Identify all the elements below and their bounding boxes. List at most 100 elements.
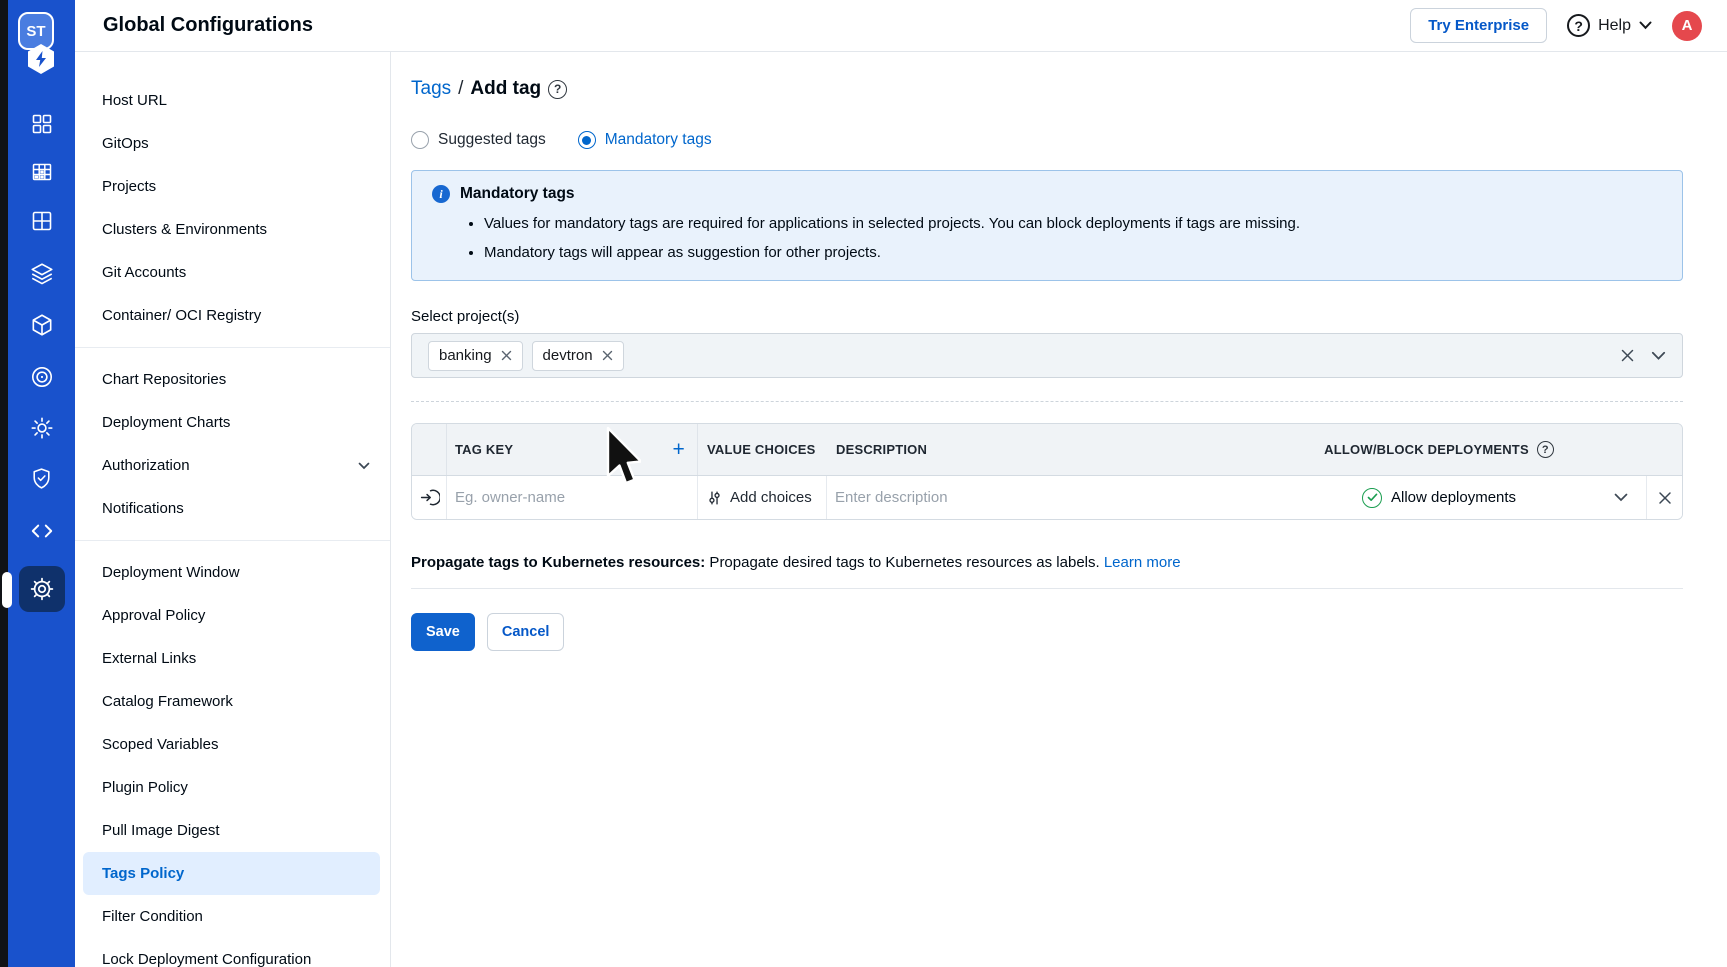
main-content: Tags / Add tag ? Suggested tags Mandator…: [411, 52, 1683, 651]
suggested-tags-radio[interactable]: Suggested tags: [411, 131, 546, 149]
sidebar-item-git-accounts[interactable]: Git Accounts: [75, 251, 390, 294]
jobs-grid-icon[interactable]: [29, 159, 55, 185]
clear-selection-icon[interactable]: [1620, 348, 1635, 363]
try-enterprise-button[interactable]: Try Enterprise: [1410, 8, 1547, 43]
sidebar-divider: [75, 347, 390, 348]
help-question-icon: ?: [1567, 14, 1590, 37]
tag-key-input[interactable]: [447, 476, 697, 519]
sidebar-item-filter-condition[interactable]: Filter Condition: [75, 895, 390, 938]
sidebar-item-catalog-framework[interactable]: Catalog Framework: [75, 680, 390, 723]
header-tag-key: TAG KEY +: [447, 424, 698, 475]
sidebar-item-deployment-charts[interactable]: Deployment Charts: [75, 401, 390, 444]
delete-row-icon[interactable]: [1646, 476, 1682, 519]
tag-input-row: Add choices Allow deployments: [412, 476, 1682, 519]
top-bar: Global Configurations Try Enterprise ? H…: [75, 0, 1727, 52]
breadcrumb-separator: /: [458, 78, 463, 100]
sidebar-item-approval-policy[interactable]: Approval Policy: [75, 594, 390, 637]
org-logo-text: ST: [26, 23, 45, 40]
help-label: Help: [1598, 17, 1631, 35]
remove-chip-icon[interactable]: [602, 350, 613, 361]
help-menu[interactable]: ? Help: [1567, 14, 1652, 37]
sidebar-item-authorization[interactable]: Authorization: [75, 444, 390, 487]
propagate-note: Propagate tags to Kubernetes resources: …: [411, 554, 1683, 571]
sidebar-item-deployment-window[interactable]: Deployment Window: [75, 551, 390, 594]
chart-store-icon[interactable]: [29, 261, 55, 287]
sidebar-divider: [75, 540, 390, 541]
sidebar-item-host-url[interactable]: Host URL: [75, 79, 390, 122]
tag-type-radio-group: Suggested tags Mandatory tags: [411, 131, 1683, 149]
project-chip-banking: banking: [428, 341, 523, 371]
sidebar-item-scoped-variables[interactable]: Scoped Variables: [75, 723, 390, 766]
resource-browser-icon[interactable]: [29, 364, 55, 390]
allow-check-icon: [1362, 488, 1382, 508]
add-choices-button[interactable]: Add choices: [698, 476, 827, 519]
header-allow-block: ALLOW/BLOCK DEPLOYMENTS ?: [1232, 424, 1646, 475]
header-spacer-cell: [412, 424, 447, 475]
sliders-icon: [707, 490, 722, 506]
header-description: DESCRIPTION: [827, 424, 1232, 475]
stack-manager-icon[interactable]: [29, 415, 55, 441]
breadcrumb-current: Add tag: [470, 78, 541, 100]
page-title: Global Configurations: [103, 14, 313, 37]
description-input[interactable]: [827, 476, 1232, 519]
sidebar-item-container-oci-registry[interactable]: Container/ OCI Registry: [75, 294, 390, 337]
sidebar-item-clusters-environments[interactable]: Clusters & Environments: [75, 208, 390, 251]
devtron-logo-icon: [23, 42, 59, 76]
sidebar-item-projects[interactable]: Projects: [75, 165, 390, 208]
page-help-icon[interactable]: ?: [548, 80, 567, 99]
radio-checked-icon: [578, 131, 596, 149]
code-icon[interactable]: [29, 518, 55, 544]
info-box-title: Mandatory tags: [460, 185, 575, 203]
sidebar-item-pull-image-digest[interactable]: Pull Image Digest: [75, 809, 390, 852]
learn-more-link[interactable]: Learn more: [1104, 554, 1181, 571]
project-multi-select[interactable]: banking devtron: [411, 333, 1683, 378]
select-projects-label: Select project(s): [411, 308, 1683, 325]
avatar-initial: A: [1682, 17, 1693, 34]
window-edge-strip: [0, 0, 8, 967]
remove-chip-icon[interactable]: [501, 350, 512, 361]
mandatory-tags-radio[interactable]: Mandatory tags: [578, 131, 712, 149]
packages-cube-icon[interactable]: [29, 312, 55, 338]
chevron-down-icon[interactable]: [1651, 351, 1666, 361]
application-groups-icon[interactable]: [29, 208, 55, 234]
sidebar-item-notifications[interactable]: Notifications: [75, 487, 390, 530]
description-cell: [827, 476, 1232, 519]
global-config-gear-icon[interactable]: [19, 566, 65, 612]
info-icon: i: [432, 185, 450, 203]
tag-key-cell: [447, 476, 698, 519]
info-box-bullets: Values for mandatory tags are required f…: [484, 209, 1662, 267]
form-actions: Save Cancel: [411, 613, 1683, 651]
apps-grid-icon[interactable]: [29, 111, 55, 137]
user-avatar[interactable]: A: [1672, 11, 1702, 41]
propagate-note-text: Propagate desired tags to Kubernetes res…: [705, 554, 1104, 571]
actions-divider: [411, 588, 1683, 589]
primary-nav-rail: ST: [8, 0, 75, 967]
sidebar-item-lock-deployment-configuration[interactable]: Lock Deployment Configuration: [75, 938, 390, 967]
sidebar-item-chart-repositories[interactable]: Chart Repositories: [75, 358, 390, 401]
sidebar-item-gitops[interactable]: GitOps: [75, 122, 390, 165]
cancel-button[interactable]: Cancel: [487, 613, 565, 651]
radio-unchecked-icon: [411, 131, 429, 149]
dashed-divider: [411, 401, 1683, 402]
sidebar-item-plugin-policy[interactable]: Plugin Policy: [75, 766, 390, 809]
security-shield-icon[interactable]: [29, 465, 55, 491]
chevron-down-icon: [1614, 493, 1628, 502]
allow-block-help-icon[interactable]: ?: [1537, 441, 1554, 458]
propagate-note-bold: Propagate tags to Kubernetes resources:: [411, 554, 705, 571]
config-sidebar: Host URL GitOps Projects Clusters & Envi…: [75, 52, 391, 967]
add-tag-row-button[interactable]: +: [673, 439, 685, 460]
propagate-tag-icon[interactable]: [412, 476, 447, 519]
breadcrumb-tags-link[interactable]: Tags: [411, 78, 451, 100]
project-chip-devtron: devtron: [532, 341, 624, 371]
chevron-down-icon: [358, 462, 370, 470]
sidebar-item-tags-policy[interactable]: Tags Policy: [83, 852, 380, 895]
header-value-choices: VALUE CHOICES: [698, 424, 827, 475]
sidebar-item-external-links[interactable]: External Links: [75, 637, 390, 680]
allow-block-select[interactable]: Allow deployments: [1232, 476, 1646, 519]
chevron-down-icon: [1639, 21, 1652, 30]
info-bullet: Values for mandatory tags are required f…: [484, 209, 1662, 238]
breadcrumb: Tags / Add tag ?: [411, 78, 1683, 100]
selected-nav-indicator: [2, 572, 12, 608]
header-spacer-cell: [1646, 424, 1682, 475]
save-button[interactable]: Save: [411, 613, 475, 651]
